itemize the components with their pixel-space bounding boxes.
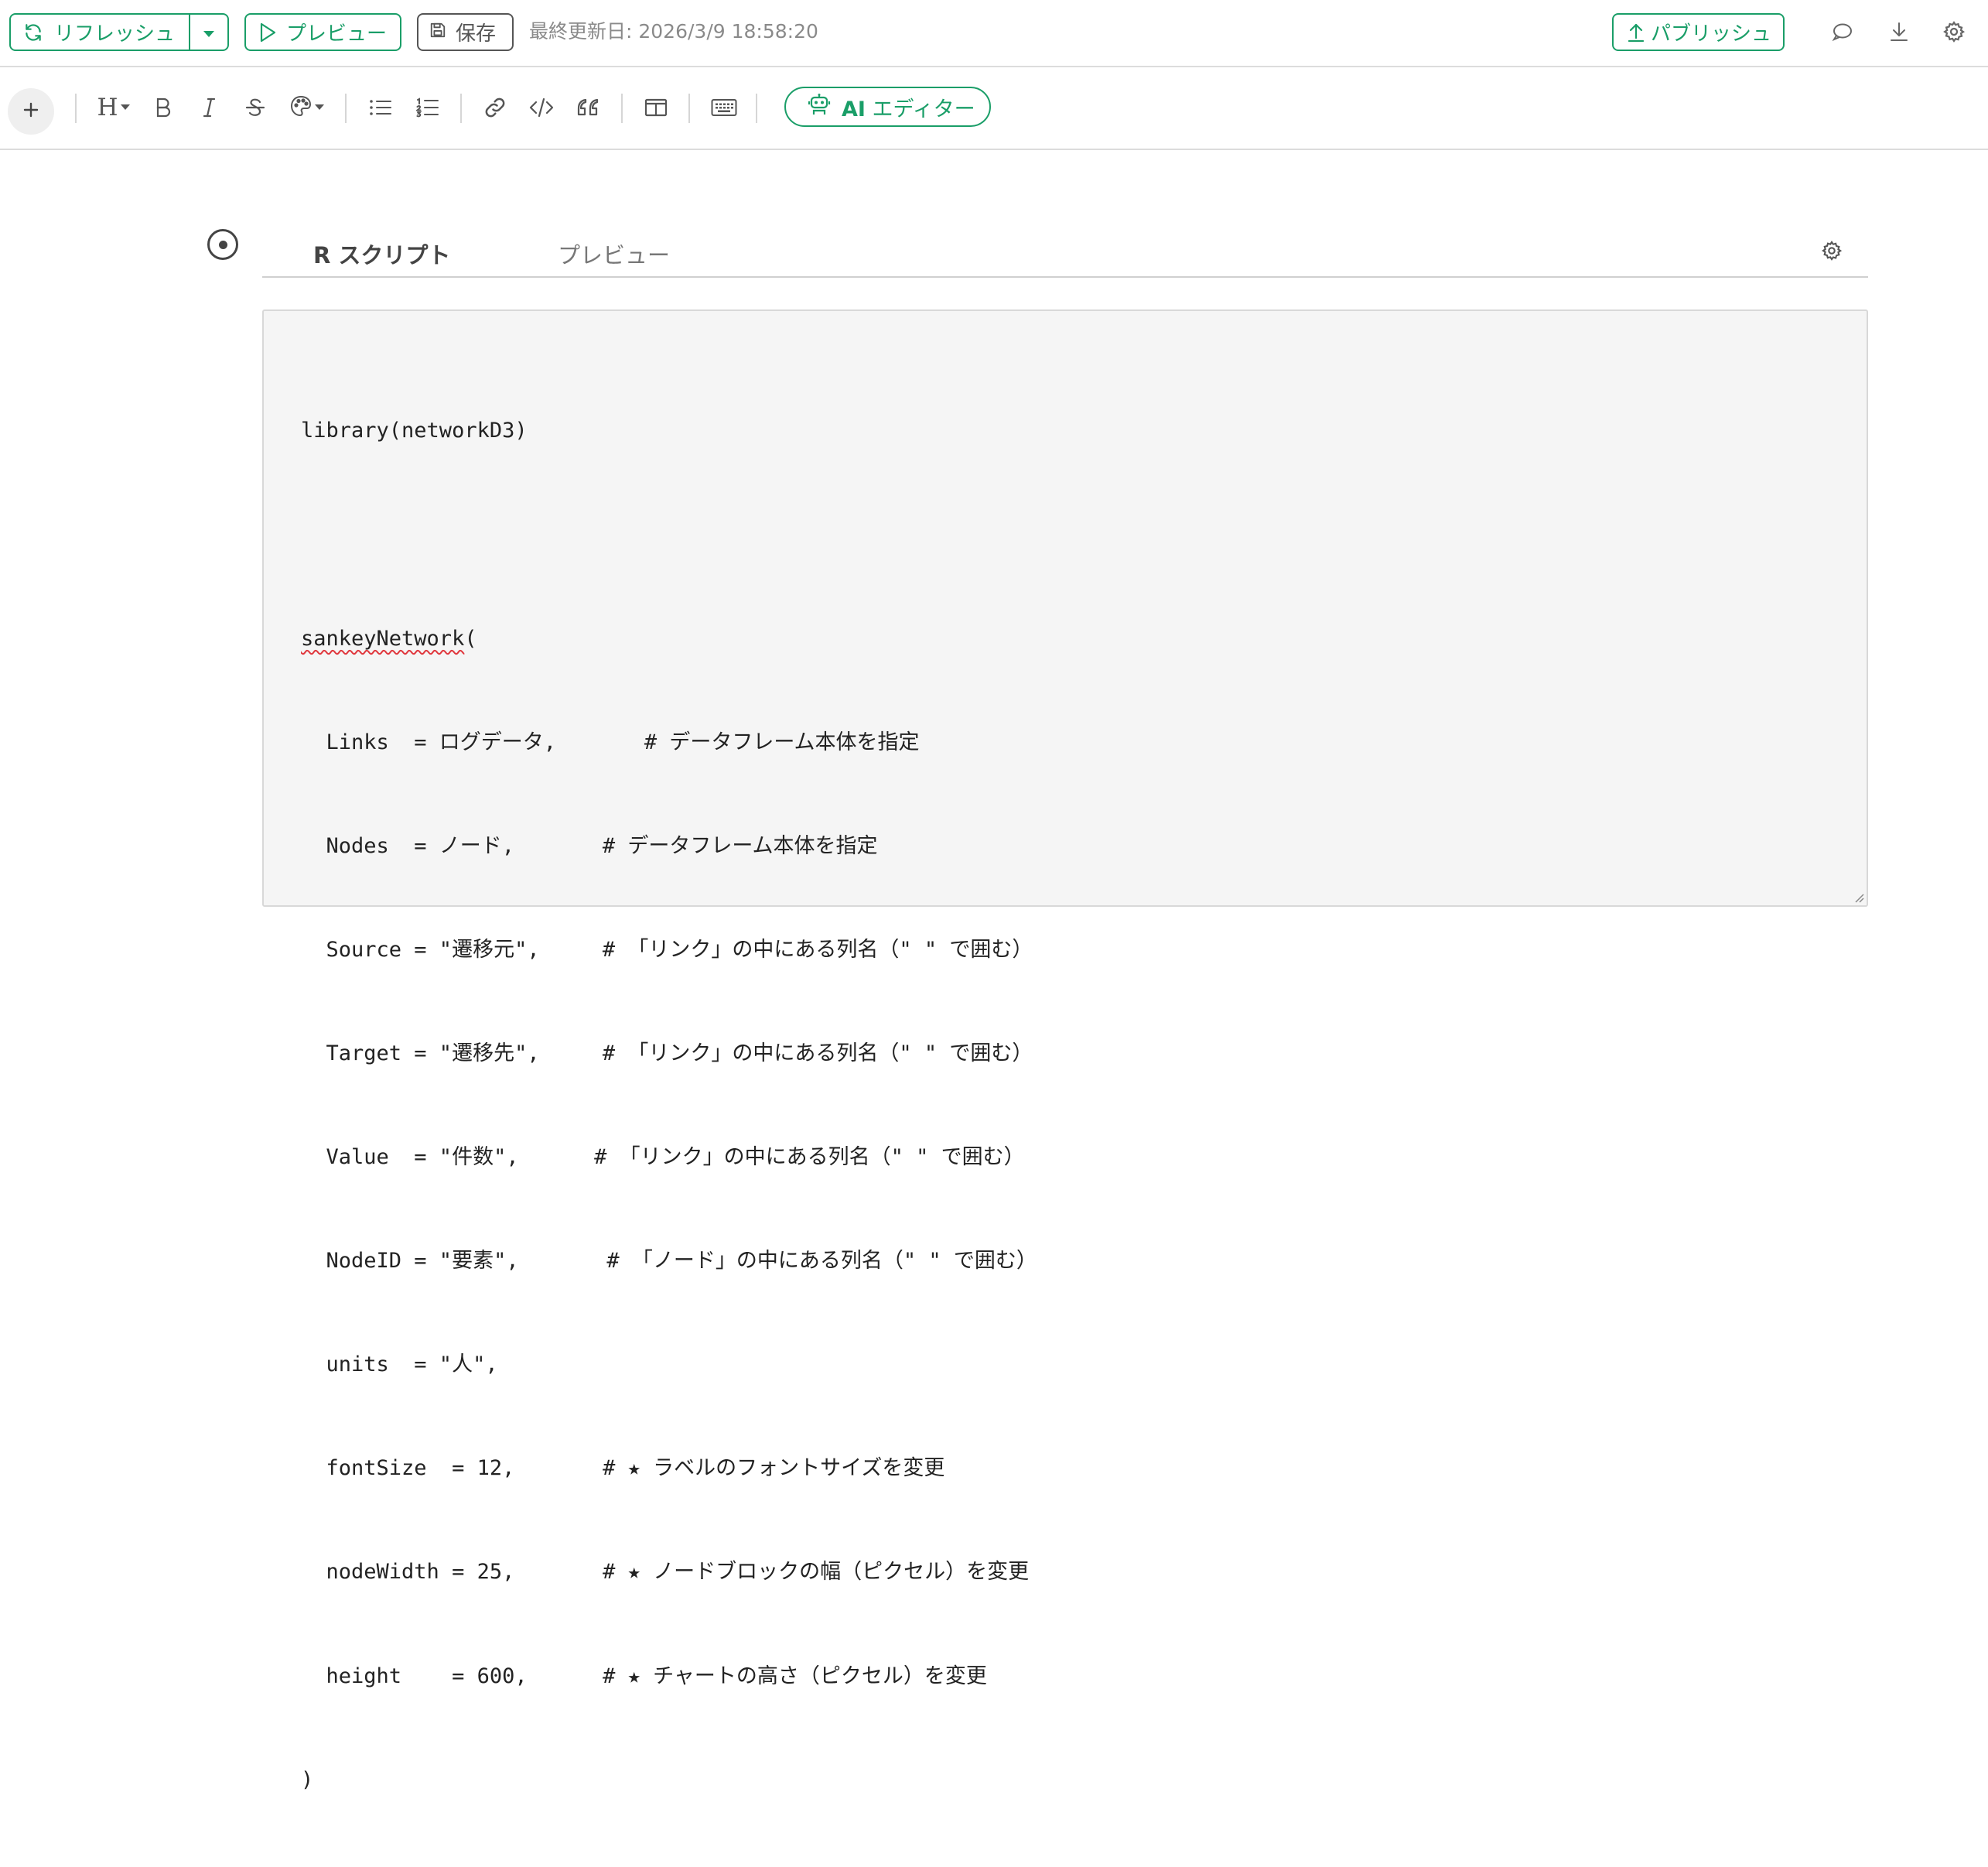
caret-down-icon — [202, 21, 216, 44]
plus-icon — [22, 101, 40, 122]
code-line: sankeyNetwork( — [301, 626, 477, 651]
code-content: library(networkD3) sankeyNetwork( Links … — [301, 345, 1037, 1867]
ai-editor-label: AI エディター — [842, 97, 975, 121]
italic-icon[interactable] — [196, 89, 224, 126]
strikethrough-icon[interactable] — [241, 89, 269, 126]
code-line: Links = ログデータ, # データフレーム本体を指定 — [301, 730, 920, 754]
save-icon — [429, 21, 446, 44]
preview-button[interactable]: プレビュー — [244, 13, 401, 51]
code-line: Source = "遷移元", # 「リンク」の中にある列名（" " で囲む） — [301, 937, 1033, 962]
preview-label: プレビュー — [286, 22, 388, 46]
toolbar-divider — [345, 94, 347, 123]
code-line: library(networkD3) — [301, 419, 528, 443]
code-line: NodeID = "要素", # 「ノード」の中にある列名（" " で囲む） — [301, 1249, 1037, 1274]
palette-icon — [289, 94, 313, 121]
code-icon[interactable] — [526, 89, 557, 126]
quote-icon[interactable] — [572, 89, 603, 126]
toolbar-divider — [688, 94, 690, 123]
publish-button[interactable]: パブリッシュ — [1612, 13, 1785, 51]
chunk-handle[interactable] — [207, 229, 238, 260]
palette-button[interactable] — [286, 89, 328, 126]
save-button[interactable]: 保存 — [417, 13, 514, 51]
tab-preview[interactable]: プレビュー — [558, 238, 670, 270]
last-updated-text: 最終更新日: 2026/3/9 18:58:20 — [529, 20, 818, 43]
chunk-settings-icon[interactable] — [1819, 238, 1845, 264]
code-line: ) — [301, 1767, 314, 1792]
toolbar-divider — [75, 94, 77, 123]
bullet-list-icon[interactable] — [365, 89, 396, 126]
code-line: fontSize = 12, # ★ ラベルのフォントサイズを変更 — [301, 1456, 945, 1481]
save-label: 保存 — [456, 22, 497, 46]
numbered-list-icon[interactable] — [412, 89, 443, 126]
refresh-icon — [23, 22, 43, 43]
refresh-options-dropdown[interactable] — [190, 15, 227, 50]
chunk-tabs: R スクリプト プレビュー — [262, 228, 1868, 278]
heading-icon: H — [97, 94, 118, 121]
tab-r-script[interactable]: R スクリプト — [313, 238, 450, 270]
toolbar-divider — [621, 94, 623, 123]
upload-icon — [1628, 22, 1645, 43]
code-line: Value = "件数", # 「リンク」の中にある列名（" " で囲む） — [301, 1145, 1025, 1170]
top-bar: リフレッシュ プレビュー 保存 最終更新日: 2026/3/9 18:58:20… — [0, 0, 1988, 67]
keyboard-icon[interactable] — [707, 89, 741, 126]
comment-icon[interactable] — [1827, 17, 1856, 46]
refresh-label: リフレッシュ — [54, 22, 176, 46]
code-line: nodeWidth = 25, # ★ ノードブロックの幅（ピクセル）を変更 — [301, 1560, 1030, 1585]
resize-handle-icon[interactable] — [1851, 890, 1865, 904]
publish-label: パブリッシュ — [1651, 22, 1772, 46]
download-icon[interactable] — [1884, 17, 1914, 46]
heading-button[interactable]: H — [94, 89, 133, 126]
code-line: units = "人", — [301, 1352, 498, 1377]
bold-icon[interactable] — [149, 89, 177, 126]
chunk-handle-dot — [218, 240, 227, 249]
toolbar-divider — [460, 94, 462, 123]
robot-icon — [808, 93, 831, 121]
insert-button[interactable] — [8, 88, 54, 135]
play-icon — [258, 22, 277, 43]
link-icon[interactable] — [480, 89, 511, 126]
format-toolbar: H AI エディター — [0, 69, 1988, 150]
code-editor[interactable]: library(networkD3) sankeyNetwork( Links … — [262, 309, 1868, 1792]
code-line: Nodes = ノード, # データフレーム本体を指定 — [301, 833, 878, 858]
gear-icon[interactable] — [1939, 17, 1969, 46]
code-line: Target = "遷移先", # 「リンク」の中にある列名（" " で囲む） — [301, 1041, 1033, 1065]
columns-icon[interactable] — [640, 89, 671, 126]
ai-editor-button[interactable]: AI エディター — [784, 87, 991, 127]
refresh-button[interactable]: リフレッシュ — [11, 15, 190, 50]
toolbar-divider — [756, 94, 757, 123]
code-line: height = 600, # ★ チャートの高さ（ピクセル）を変更 — [301, 1664, 987, 1688]
refresh-button-group: リフレッシュ — [9, 13, 229, 51]
